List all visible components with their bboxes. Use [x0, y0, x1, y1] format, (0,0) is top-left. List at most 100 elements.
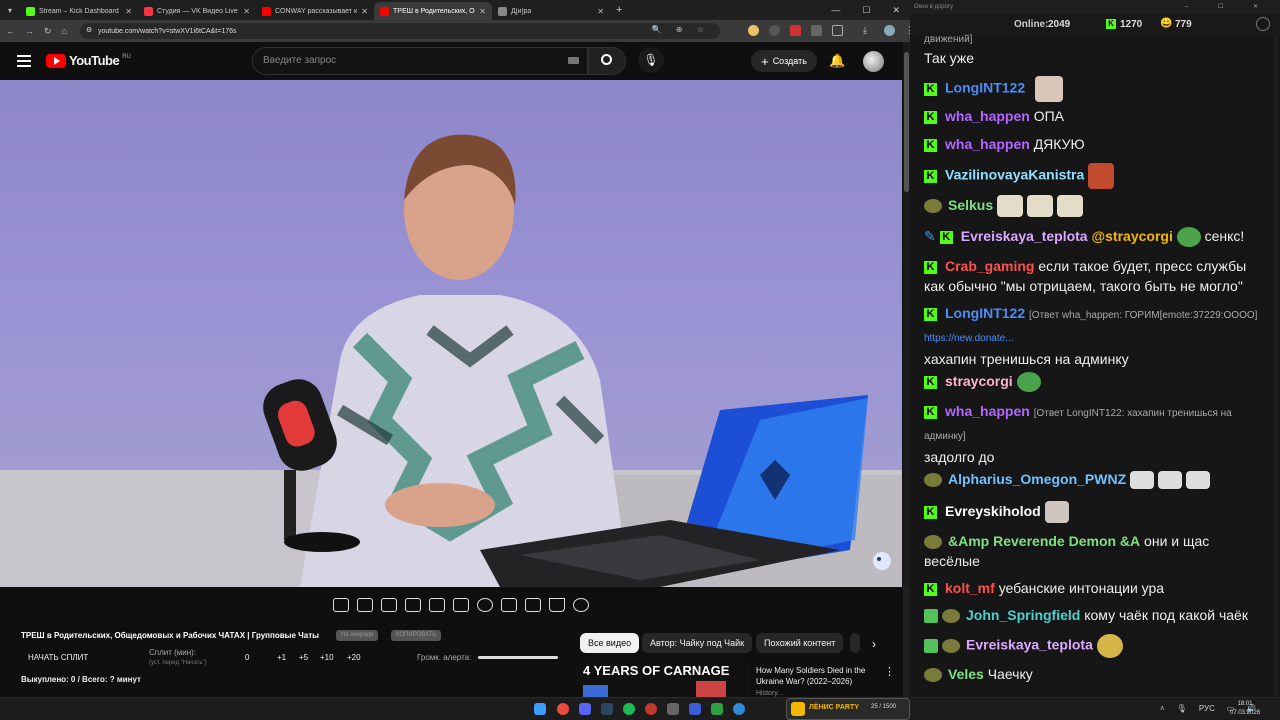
address-bar[interactable]: ⚙ youtube.com/watch?v=stwXV1i6tCA&t=176s…: [80, 23, 720, 39]
site-info-icon[interactable]: ⚙: [86, 26, 92, 34]
broadcast-icon[interactable]: [357, 598, 373, 612]
page-scrollbar[interactable]: [903, 587, 910, 697]
settings-icon[interactable]: [1256, 17, 1270, 31]
scrollbar-thumb[interactable]: [904, 52, 909, 192]
recommendation-thumbnail[interactable]: 4 YEARS OF CARNAGE: [581, 663, 750, 697]
close-icon[interactable]: ✕: [361, 7, 368, 16]
tab-dyra[interactable]: Д[и]ра ✕: [492, 2, 610, 20]
party-widget[interactable]: ЛЁНИС PARTY 25 / 1500: [786, 698, 910, 720]
telegram-icon[interactable]: [733, 703, 745, 715]
donate-link[interactable]: https://new.donate...: [924, 333, 1014, 344]
discord-icon[interactable]: [579, 703, 591, 715]
reload-icon[interactable]: ↻: [44, 26, 52, 37]
microphone-icon[interactable]: 🎙: [638, 47, 664, 73]
window-controls[interactable]: – ☐ ✕: [1185, 0, 1272, 14]
chat-nick[interactable]: Veles: [948, 666, 984, 682]
spotify-icon[interactable]: [623, 703, 635, 715]
chrome-icon[interactable]: [557, 703, 569, 715]
start-split-button[interactable]: НАЧАТЬ СПЛИТ: [28, 653, 88, 662]
close-icon[interactable]: ✕: [125, 7, 132, 16]
screenshot-icon[interactable]: [525, 598, 541, 612]
chat-nick[interactable]: Alpharius_Omegon_PWNZ: [948, 471, 1126, 487]
copy-badge[interactable]: КОПИРОВАТЬ: [391, 630, 442, 641]
chat-nick[interactable]: straycorgi: [945, 373, 1013, 389]
search-input[interactable]: Введите запрос: [252, 47, 588, 75]
hamburger-menu-icon[interactable]: [17, 55, 31, 67]
keyboard-icon[interactable]: [568, 57, 579, 64]
avatar[interactable]: [863, 51, 884, 72]
chat-nick[interactable]: wha_happen: [945, 403, 1030, 419]
video-player[interactable]: [0, 80, 902, 587]
forward-icon[interactable]: →: [25, 26, 34, 36]
chevron-up-icon[interactable]: ˄: [1160, 704, 1165, 713]
app-icon[interactable]: [711, 703, 723, 715]
media-player-icon[interactable]: [689, 703, 701, 715]
chat-nick[interactable]: wha_happen: [945, 136, 1030, 152]
queue-badge[interactable]: На очереди: [336, 630, 379, 641]
close-icon[interactable]: ✕: [243, 7, 250, 16]
scrollbar-track[interactable]: [903, 42, 910, 587]
download-icon[interactable]: ⤓: [863, 25, 874, 36]
extension-icon[interactable]: [769, 25, 780, 36]
extension-icon[interactable]: [790, 25, 801, 36]
close-icon[interactable]: ✕: [597, 7, 604, 16]
close-window-icon[interactable]: ✕: [892, 5, 900, 16]
video-settings-icon[interactable]: [381, 598, 397, 612]
tab-youtube-1[interactable]: CONWAY рассказывает как м✕: [256, 2, 374, 20]
speed-gauge-icon[interactable]: [477, 598, 493, 612]
chat-nick[interactable]: Crab_gaming: [945, 258, 1034, 274]
add-clip-icon[interactable]: [501, 598, 517, 612]
tab-vk[interactable]: Студия — VK Видео Live ✕: [138, 2, 256, 20]
split-plus-1-button[interactable]: +1: [277, 653, 286, 662]
tab-kick[interactable]: Stream – Kick Dashboard ✕: [20, 2, 138, 20]
gear-icon[interactable]: [573, 598, 589, 612]
split-value-0[interactable]: 0: [245, 653, 249, 662]
split-plus-10-button[interactable]: +10: [320, 653, 334, 662]
profile-icon[interactable]: [884, 25, 895, 36]
new-tab-icon[interactable]: +: [616, 4, 622, 16]
mention-text[interactable]: @straycorgi: [1091, 228, 1172, 244]
extension-icon[interactable]: [748, 25, 759, 36]
chat-nick[interactable]: Evreyskiholod: [945, 503, 1041, 519]
chevron-right-icon[interactable]: ›: [872, 637, 876, 651]
chip-related[interactable]: Похожий контент: [756, 633, 844, 653]
microphone-tray-icon[interactable]: 🎙: [1177, 704, 1187, 713]
terminal-icon[interactable]: [667, 703, 679, 715]
chat-nick[interactable]: wha_happen: [945, 108, 1030, 124]
create-button[interactable]: + Создать: [751, 50, 817, 72]
start-icon[interactable]: [534, 703, 546, 715]
recommendation-channel[interactable]: History...: [756, 690, 783, 697]
chat-nick[interactable]: LongINT122: [945, 305, 1025, 321]
more-options-icon[interactable]: ⋮: [884, 665, 895, 678]
chat-nick[interactable]: John_Springfield: [966, 607, 1080, 623]
tab-menu-icon[interactable]: ▾: [0, 6, 20, 15]
extension-icon[interactable]: [811, 25, 822, 36]
split-plus-20-button[interactable]: +20: [347, 653, 361, 662]
chat-nick[interactable]: VazilinovayaKanistra: [945, 167, 1084, 183]
back-icon[interactable]: ←: [6, 26, 15, 36]
chat-nick[interactable]: Selkus: [948, 197, 993, 213]
minimize-icon[interactable]: —: [831, 5, 840, 16]
clapperboard-icon[interactable]: [405, 598, 421, 612]
close-icon[interactable]: ✕: [479, 7, 486, 16]
loop-icon[interactable]: [333, 598, 349, 612]
bookmark-star-icon[interactable]: 🔍 ⊕ ☆: [652, 25, 710, 34]
tab-youtube-active[interactable]: ТРЕШ в Родительских, Об ✕: [374, 2, 492, 20]
chat-nick[interactable]: Evreiskaya_teplota: [966, 637, 1093, 653]
split-plus-5-button[interactable]: +5: [299, 653, 308, 662]
chat-scrollbar[interactable]: [1274, 36, 1278, 696]
filter-flask-icon[interactable]: [549, 598, 565, 612]
chat-nick[interactable]: Evreiskaya_teplota: [961, 228, 1088, 244]
notifications-bell-icon[interactable]: 🔔: [829, 53, 845, 69]
chip-author[interactable]: Автор: Чайку под Чайк: [642, 633, 753, 653]
obs-icon[interactable]: [645, 703, 657, 715]
chip-all-videos[interactable]: Все видео: [580, 633, 640, 653]
chat-nick[interactable]: LongINT122: [945, 80, 1025, 96]
home-icon[interactable]: ⌂: [62, 26, 67, 36]
search-button[interactable]: [588, 47, 626, 75]
picture-in-picture-icon[interactable]: [429, 598, 445, 612]
language-indicator[interactable]: РУС: [1199, 704, 1215, 713]
clock[interactable]: 18:01 07.03.2026: [1230, 700, 1260, 718]
alert-volume-slider[interactable]: [478, 656, 558, 659]
youtube-logo[interactable]: YouTube RU: [46, 53, 131, 68]
